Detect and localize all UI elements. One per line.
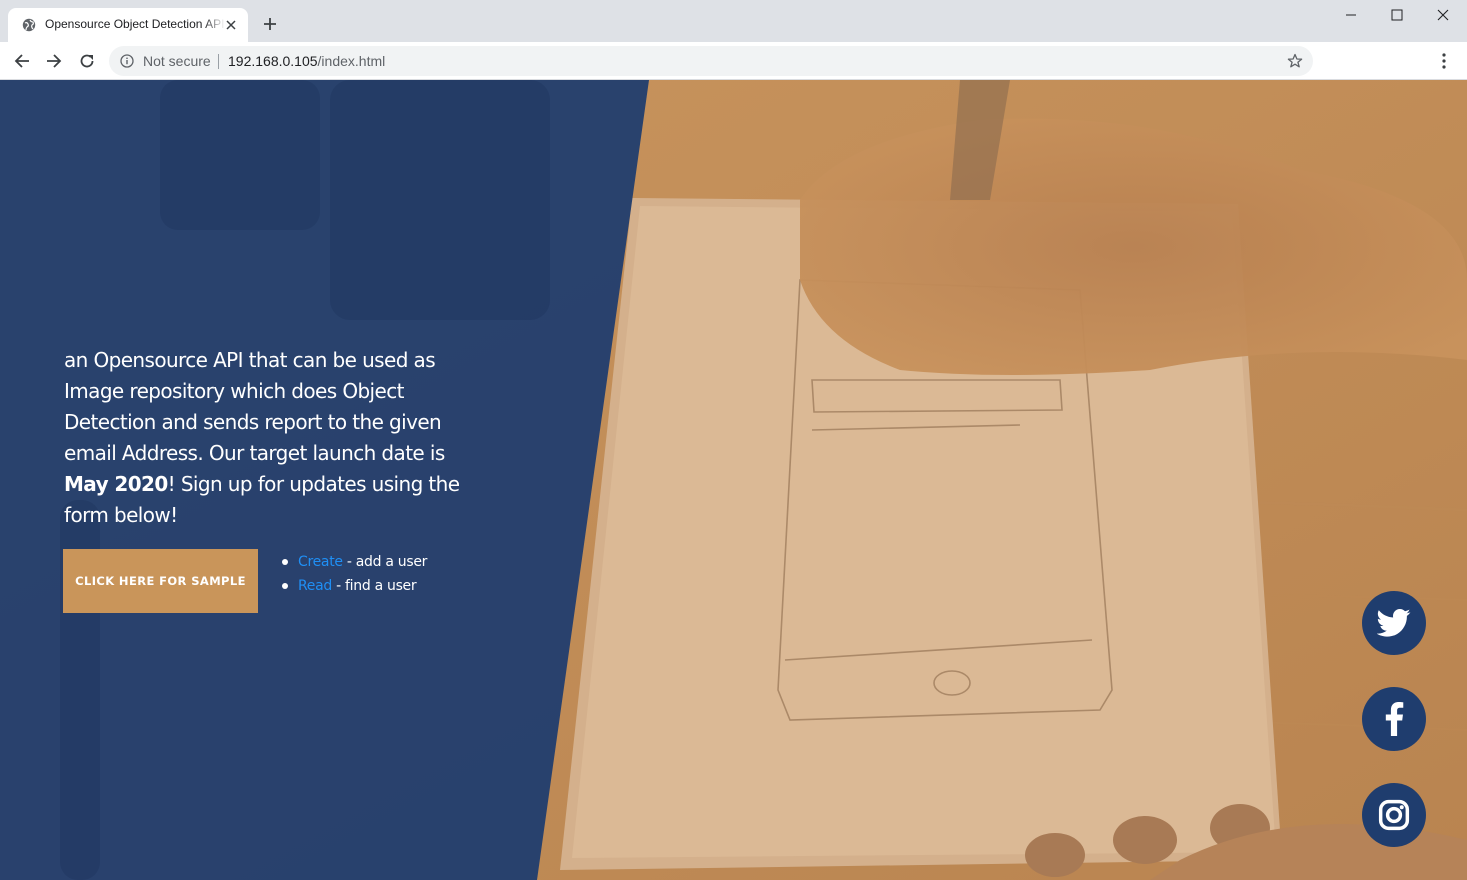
instagram-button[interactable] [1362, 783, 1426, 847]
page-viewport: an Opensource API that can be used as Im… [0, 80, 1467, 880]
twitter-button[interactable] [1362, 591, 1426, 655]
instagram-icon [1378, 799, 1410, 831]
bullet [282, 559, 288, 565]
divider [218, 54, 219, 69]
arrow-right-icon [47, 54, 62, 68]
list-item: Read - find a user [282, 576, 427, 600]
arrow-left-icon [14, 54, 29, 68]
tab-title: Opensource Object Detection API [45, 17, 225, 31]
bookmark-star-icon[interactable] [1287, 53, 1303, 69]
browser-tab[interactable]: Opensource Object Detection API [8, 8, 248, 42]
create-link[interactable]: Create [298, 554, 343, 570]
list-item: Create - add a user [282, 552, 427, 576]
tab-strip: Opensource Object Detection API [0, 0, 1467, 42]
url-text: 192.168.0.105/index.html [228, 53, 385, 69]
facebook-icon [1385, 702, 1404, 736]
read-description: - find a user [331, 578, 417, 594]
minimize-button[interactable] [1328, 0, 1374, 30]
reload-button[interactable] [77, 51, 97, 71]
reload-icon [80, 54, 94, 68]
close-window-button[interactable] [1420, 0, 1466, 30]
read-link[interactable]: Read [298, 578, 332, 594]
intro-paragraph: an Opensource API that can be used as Im… [64, 345, 464, 531]
launch-date: May 2020 [64, 472, 168, 496]
create-description: - add a user [342, 554, 428, 570]
minimize-icon [1346, 14, 1356, 16]
security-status: Not secure [143, 53, 211, 69]
close-icon [1437, 9, 1449, 21]
back-button[interactable] [12, 51, 32, 71]
browser-window: Opensource Object Detection API Not secu… [0, 0, 1467, 880]
facebook-button[interactable] [1362, 687, 1426, 751]
globe-icon [22, 18, 36, 32]
close-tab-icon[interactable] [224, 18, 238, 32]
url-host: 192.168.0.105 [228, 53, 318, 69]
intro-text: an Opensource API that can be used as Im… [64, 348, 445, 465]
maximize-icon [1391, 9, 1403, 21]
maximize-button[interactable] [1374, 0, 1420, 30]
url-path: /index.html [317, 53, 386, 69]
twitter-icon [1377, 608, 1411, 637]
forward-button[interactable] [44, 51, 64, 71]
info-icon[interactable] [120, 54, 134, 68]
bullet [282, 583, 288, 589]
more-menu-icon[interactable] [1436, 52, 1452, 70]
user-actions-list: Create - add a user Read - find a user [282, 552, 427, 600]
browser-toolbar: Not secure 192.168.0.105/index.html [0, 42, 1467, 80]
sample-button[interactable]: CLICK HERE FOR SAMPLE [63, 549, 258, 613]
new-tab-icon[interactable] [262, 16, 278, 32]
address-bar[interactable]: Not secure 192.168.0.105/index.html [109, 46, 1313, 76]
